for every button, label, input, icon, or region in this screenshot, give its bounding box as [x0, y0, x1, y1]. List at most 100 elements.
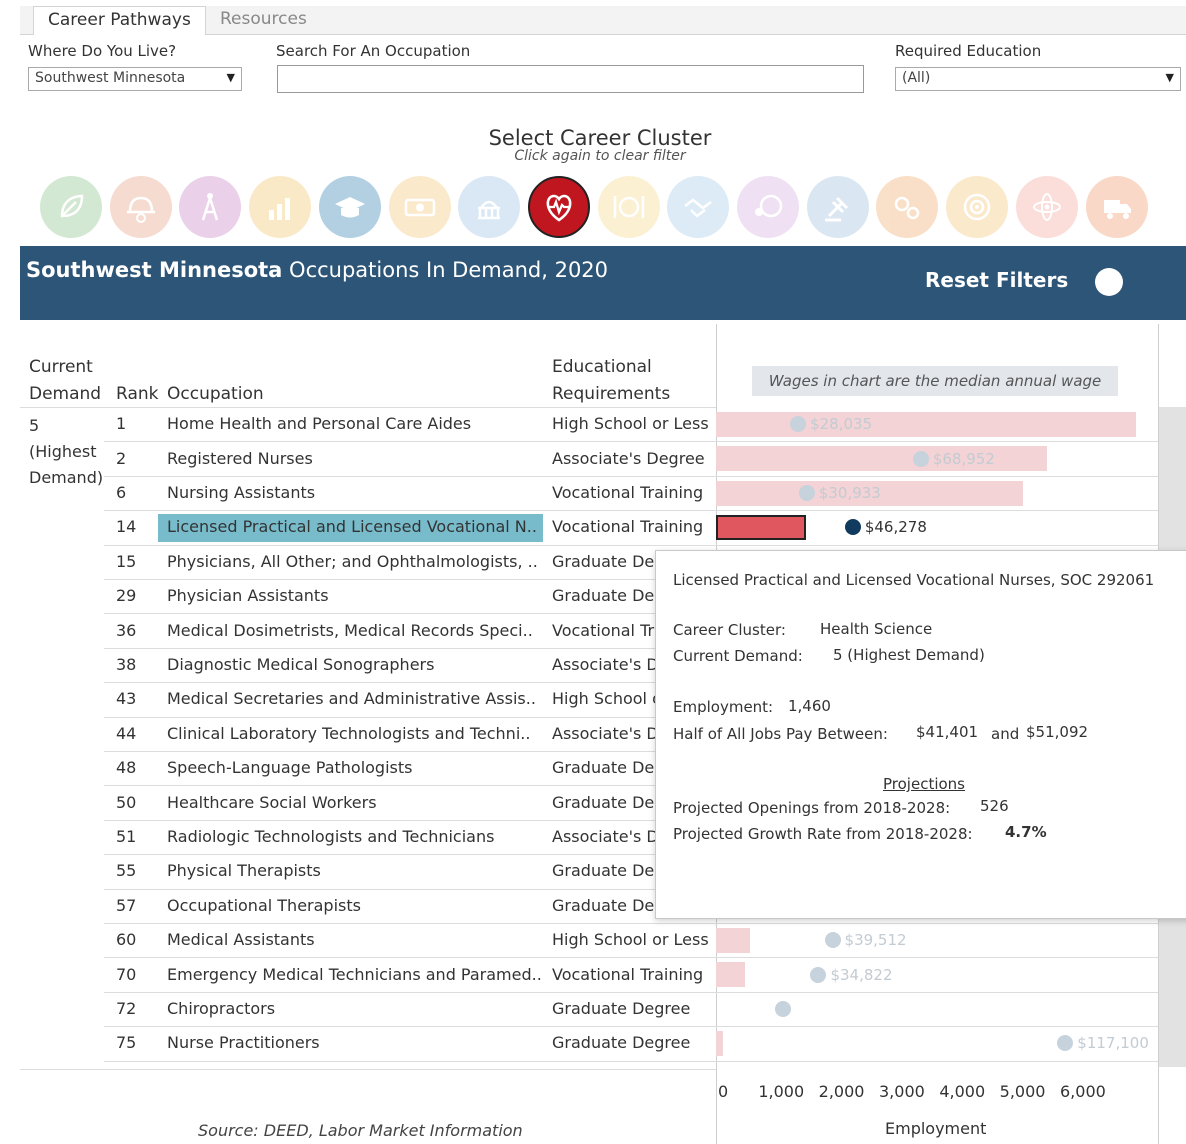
table-row-rank[interactable]: 14 [116, 517, 136, 536]
table-row-education[interactable]: Associate's Degree [552, 449, 712, 468]
median-wage-dot[interactable] [844, 519, 861, 536]
table-row-occupation[interactable]: Occupational Therapists [167, 896, 543, 915]
table-row-education[interactable]: Graduate Degree [552, 1033, 712, 1052]
cluster-button-dining[interactable] [597, 176, 660, 238]
table-row-occupation[interactable]: Physicians, All Other; and Ophthalmologi… [167, 552, 543, 571]
employment-bar[interactable] [716, 927, 751, 953]
table-row-rank[interactable]: 44 [116, 724, 136, 743]
cluster-button-target[interactable] [946, 176, 1009, 238]
median-wage-dot[interactable] [798, 485, 815, 501]
table-row-education[interactable]: Vocational Training [552, 517, 712, 536]
employment-bar[interactable] [716, 411, 1136, 437]
tab-career-pathways[interactable]: Career Pathways [33, 6, 206, 35]
cluster-button-heart-pulse[interactable] [527, 176, 590, 238]
money-icon [404, 198, 435, 217]
table-row-occupation[interactable]: Chiropractors [167, 999, 543, 1018]
median-wage-label: $117,100 [1077, 1034, 1149, 1053]
median-wage-dot[interactable] [912, 450, 929, 467]
cluster-button-antenna[interactable] [179, 176, 242, 238]
header-rank: Rank [116, 384, 159, 404]
table-row-rank[interactable]: 75 [116, 1033, 136, 1052]
median-wage-dot[interactable] [1057, 1035, 1074, 1052]
table-row-divider [104, 991, 1158, 993]
table-row-education[interactable]: High School or Less [552, 414, 712, 433]
table-row-education[interactable]: Graduate Degree [552, 999, 712, 1018]
median-wage-dot[interactable] [810, 966, 827, 983]
cluster-button-leaf[interactable] [40, 176, 102, 238]
cluster-button-chart-growth[interactable] [249, 176, 312, 238]
median-wage-dot[interactable] [775, 1001, 791, 1017]
cluster-button-helmet-gear[interactable] [109, 176, 172, 238]
search-input[interactable] [277, 65, 864, 93]
table-row-rank[interactable]: 60 [116, 930, 136, 949]
reset-filters-button[interactable]: Reset Filters [925, 268, 1068, 292]
cluster-button-globe-person[interactable] [737, 176, 799, 238]
table-row-occupation[interactable]: Medical Assistants [167, 930, 543, 949]
table-row-occupation[interactable]: Emergency Medical Technicians and Parame… [167, 965, 543, 984]
table-row-rank[interactable]: 2 [116, 449, 126, 468]
location-select[interactable]: Southwest Minnesota ▼ [28, 67, 242, 91]
tooltip-openings-label: Projected Openings from 2018-2028: [673, 799, 951, 817]
table-row-occupation[interactable]: Registered Nurses [167, 449, 543, 468]
reset-toggle[interactable] [1095, 268, 1123, 296]
table-row-education[interactable]: Vocational Training [552, 965, 712, 984]
table-row-occupation[interactable]: Speech-Language Pathologists [167, 758, 543, 777]
table-row-rank[interactable]: 29 [116, 586, 136, 605]
table-row-rank[interactable]: 51 [116, 827, 136, 846]
table-row-occupation[interactable]: Medical Dosimetrists, Medical Records Sp… [167, 621, 543, 640]
tooltip-growth-value: 4.7% [1005, 823, 1047, 841]
tooltip-demand-value: 5 (Highest Demand) [833, 646, 985, 664]
table-row-occupation[interactable]: Clinical Laboratory Technologists and Te… [167, 724, 543, 743]
table-row-occupation[interactable]: Licensed Practical and Licensed Vocation… [167, 517, 543, 536]
education-select[interactable]: (All) ▼ [895, 67, 1181, 91]
education-value: (All) [902, 70, 931, 86]
employment-bar[interactable] [716, 1030, 724, 1056]
table-row-occupation[interactable]: Nurse Practitioners [167, 1033, 543, 1052]
cluster-title: Select Career Cluster [488, 126, 712, 150]
banner-title: Southwest Minnesota Occupations In Deman… [26, 258, 608, 282]
cluster-button-handshake[interactable] [667, 176, 730, 238]
tooltip-pay-and: and [991, 725, 1020, 743]
table-row-occupation[interactable]: Diagnostic Medical Sonographers [167, 655, 543, 674]
cluster-button-graduation-cap[interactable] [318, 176, 381, 238]
table-row-occupation[interactable]: Physical Therapists [167, 861, 543, 880]
table-row-rank[interactable]: 15 [116, 552, 136, 571]
table-row-rank[interactable]: 55 [116, 861, 136, 880]
table-row-rank[interactable]: 70 [116, 965, 136, 984]
tooltip-projections-header: Projections [883, 775, 965, 793]
table-row-rank[interactable]: 36 [116, 621, 136, 640]
table-row-rank[interactable]: 43 [116, 689, 136, 708]
median-wage-dot[interactable] [824, 932, 841, 949]
table-row-occupation[interactable]: Home Health and Personal Care Aides [167, 414, 543, 433]
table-row-rank[interactable]: 1 [116, 414, 126, 433]
cluster-button-gears[interactable] [876, 176, 939, 238]
employment-bar[interactable] [716, 962, 745, 988]
table-row-occupation[interactable]: Radiologic Technologists and Technicians [167, 827, 543, 846]
table-row-education[interactable]: Vocational Training [552, 483, 712, 502]
table-row-education[interactable]: High School or Less [552, 930, 712, 949]
table-row-rank[interactable]: 57 [116, 896, 136, 915]
table-row-occupation[interactable]: Medical Secretaries and Administrative A… [167, 689, 543, 708]
table-row-occupation[interactable]: Nursing Assistants [167, 483, 543, 502]
median-wage-label: $39,512 [844, 931, 907, 950]
gavel-icon [824, 196, 848, 222]
tab-resources[interactable]: Resources [206, 6, 321, 34]
table-row-rank[interactable]: 6 [116, 483, 126, 502]
cluster-button-atom[interactable] [1015, 176, 1078, 238]
table-row-occupation[interactable]: Physician Assistants [167, 586, 543, 605]
median-wage-label: $30,933 [818, 484, 881, 502]
cluster-button-capitol[interactable] [458, 176, 521, 238]
table-row-divider [104, 441, 1158, 443]
table-row-rank[interactable]: 38 [116, 655, 136, 674]
header-occupation: Occupation [167, 384, 264, 404]
employment-bar[interactable] [716, 446, 1048, 472]
table-row-occupation[interactable]: Healthcare Social Workers [167, 793, 543, 812]
table-row-rank[interactable]: 50 [116, 793, 136, 812]
cluster-button-gavel[interactable] [806, 176, 869, 238]
employment-bar[interactable] [716, 514, 806, 540]
truck-icon [1103, 200, 1131, 219]
cluster-button-truck[interactable] [1085, 176, 1148, 238]
table-row-rank[interactable]: 72 [116, 999, 136, 1018]
table-row-rank[interactable]: 48 [116, 758, 136, 777]
cluster-button-money[interactable] [388, 176, 451, 238]
